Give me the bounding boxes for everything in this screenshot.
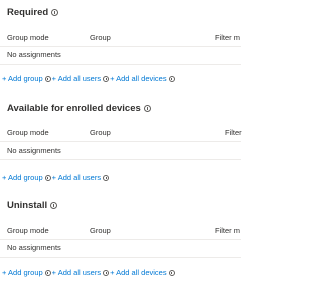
assignment-links: + Add group + Add all users + Add all de… bbox=[2, 74, 176, 83]
column-header-group[interactable]: Group bbox=[90, 33, 111, 42]
column-header-filter[interactable]: Filter m bbox=[215, 33, 240, 42]
divider bbox=[0, 159, 241, 160]
add-group-link[interactable]: + Add group bbox=[2, 173, 43, 182]
section-title-text: Required bbox=[7, 6, 49, 18]
add-all-users-link[interactable]: + Add all users bbox=[52, 74, 101, 83]
table-header: Group mode Group Filter bbox=[0, 124, 242, 142]
info-icon[interactable] bbox=[103, 75, 110, 82]
info-icon[interactable] bbox=[103, 269, 110, 276]
add-all-users-link[interactable]: + Add all users bbox=[52, 173, 101, 182]
column-header-group-mode[interactable]: Group mode bbox=[7, 128, 49, 137]
table-header: Group mode Group Filter m bbox=[0, 222, 241, 240]
empty-row-text: No assignments bbox=[7, 243, 61, 252]
assignment-links: + Add group + Add all users bbox=[2, 173, 110, 182]
section-title: Required bbox=[7, 5, 59, 19]
empty-row-text: No assignments bbox=[7, 146, 61, 155]
divider bbox=[0, 239, 241, 240]
section-title-text: Available for enrolled devices bbox=[7, 102, 141, 114]
column-header-group[interactable]: Group bbox=[90, 226, 111, 235]
section-title: Available for enrolled devices bbox=[7, 101, 151, 115]
info-icon[interactable] bbox=[44, 269, 51, 276]
info-icon[interactable] bbox=[168, 75, 175, 82]
section-uninstall: Uninstall Group mode Group Filter m No a… bbox=[0, 198, 241, 288]
divider bbox=[0, 46, 241, 47]
info-icon[interactable] bbox=[50, 201, 58, 209]
column-header-filter[interactable]: Filter bbox=[225, 128, 242, 137]
divider bbox=[0, 64, 241, 65]
add-all-devices-link[interactable]: + Add all devices bbox=[110, 268, 167, 277]
column-header-group-mode[interactable]: Group mode bbox=[7, 226, 49, 235]
section-required: Required Group mode Group Filter m No as… bbox=[0, 5, 241, 85]
section-title-text: Uninstall bbox=[7, 199, 48, 211]
info-icon[interactable] bbox=[103, 174, 110, 181]
empty-row-text: No assignments bbox=[7, 50, 61, 59]
assignment-links: + Add group + Add all users + Add all de… bbox=[2, 268, 176, 277]
add-all-users-link[interactable]: + Add all users bbox=[52, 268, 101, 277]
info-icon[interactable] bbox=[44, 75, 51, 82]
column-header-filter[interactable]: Filter m bbox=[215, 226, 240, 235]
info-icon[interactable] bbox=[143, 104, 151, 112]
divider bbox=[0, 257, 241, 258]
column-header-group[interactable]: Group bbox=[90, 128, 111, 137]
info-icon[interactable] bbox=[51, 8, 59, 16]
add-group-link[interactable]: + Add group bbox=[2, 268, 43, 277]
info-icon[interactable] bbox=[168, 269, 175, 276]
add-group-link[interactable]: + Add group bbox=[2, 74, 43, 83]
table-header: Group mode Group Filter m bbox=[0, 29, 241, 47]
info-icon[interactable] bbox=[44, 174, 51, 181]
column-header-group-mode[interactable]: Group mode bbox=[7, 33, 49, 42]
section-available-enrolled: Available for enrolled devices Group mod… bbox=[0, 101, 242, 191]
section-title: Uninstall bbox=[7, 198, 58, 212]
add-all-devices-link[interactable]: + Add all devices bbox=[110, 74, 167, 83]
divider bbox=[0, 141, 241, 142]
